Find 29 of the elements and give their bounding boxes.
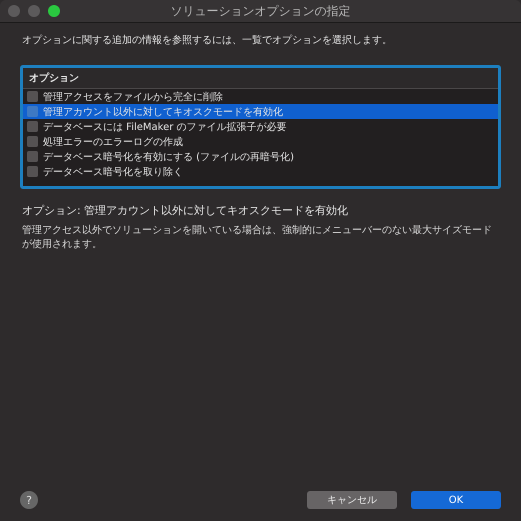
cancel-button[interactable]: キャンセル	[307, 491, 397, 509]
minimize-button[interactable]	[28, 5, 40, 17]
option-row[interactable]: 管理アカウント以外に対してキオスクモードを有効化	[23, 104, 498, 119]
ok-button[interactable]: OK	[411, 491, 501, 509]
window-title: ソリューションオプションの指定	[170, 2, 350, 20]
option-label: 管理アカウント以外に対してキオスクモードを有効化	[43, 106, 283, 118]
close-button[interactable]	[8, 5, 20, 17]
option-row[interactable]: データベース暗号化を取り除く	[23, 164, 498, 179]
zoom-button[interactable]	[48, 5, 60, 17]
checkbox[interactable]	[27, 91, 38, 102]
option-label: データベース暗号化を取り除く	[43, 166, 183, 178]
checkbox[interactable]	[27, 136, 38, 147]
option-row[interactable]: データベース暗号化を有効にする (ファイルの再暗号化)	[23, 149, 498, 164]
option-label: 処理エラーのエラーログの作成	[43, 136, 183, 148]
option-row[interactable]: 処理エラーのエラーログの作成	[23, 134, 498, 149]
column-header: オプション	[23, 68, 498, 89]
option-label: データベースには FileMaker のファイル拡張子が必要	[43, 120, 287, 134]
detail-description: 管理アクセス以外でソリューションを開いている場合は、強制的にメニューバーのない最大サイズモードが使用されます。	[22, 224, 493, 251]
checkbox[interactable]	[27, 121, 38, 132]
option-label: データベース暗号化を有効にする (ファイルの再暗号化)	[43, 150, 294, 164]
help-button[interactable]: ?	[20, 491, 38, 509]
checkbox[interactable]	[27, 166, 38, 177]
checkbox[interactable]	[27, 151, 38, 162]
detail-title: オプション: 管理アカウント以外に対してキオスクモードを有効化	[22, 203, 350, 218]
instruction-text: オプションに関する追加の情報を参照するには、一覧でオプションを選択します。	[22, 34, 393, 47]
option-label: 管理アクセスをファイルから完全に削除	[43, 90, 223, 104]
option-row[interactable]: データベースには FileMaker のファイル拡張子が必要	[23, 119, 498, 134]
checkbox[interactable]	[27, 106, 38, 117]
option-row[interactable]: 管理アクセスをファイルから完全に削除	[23, 89, 498, 104]
